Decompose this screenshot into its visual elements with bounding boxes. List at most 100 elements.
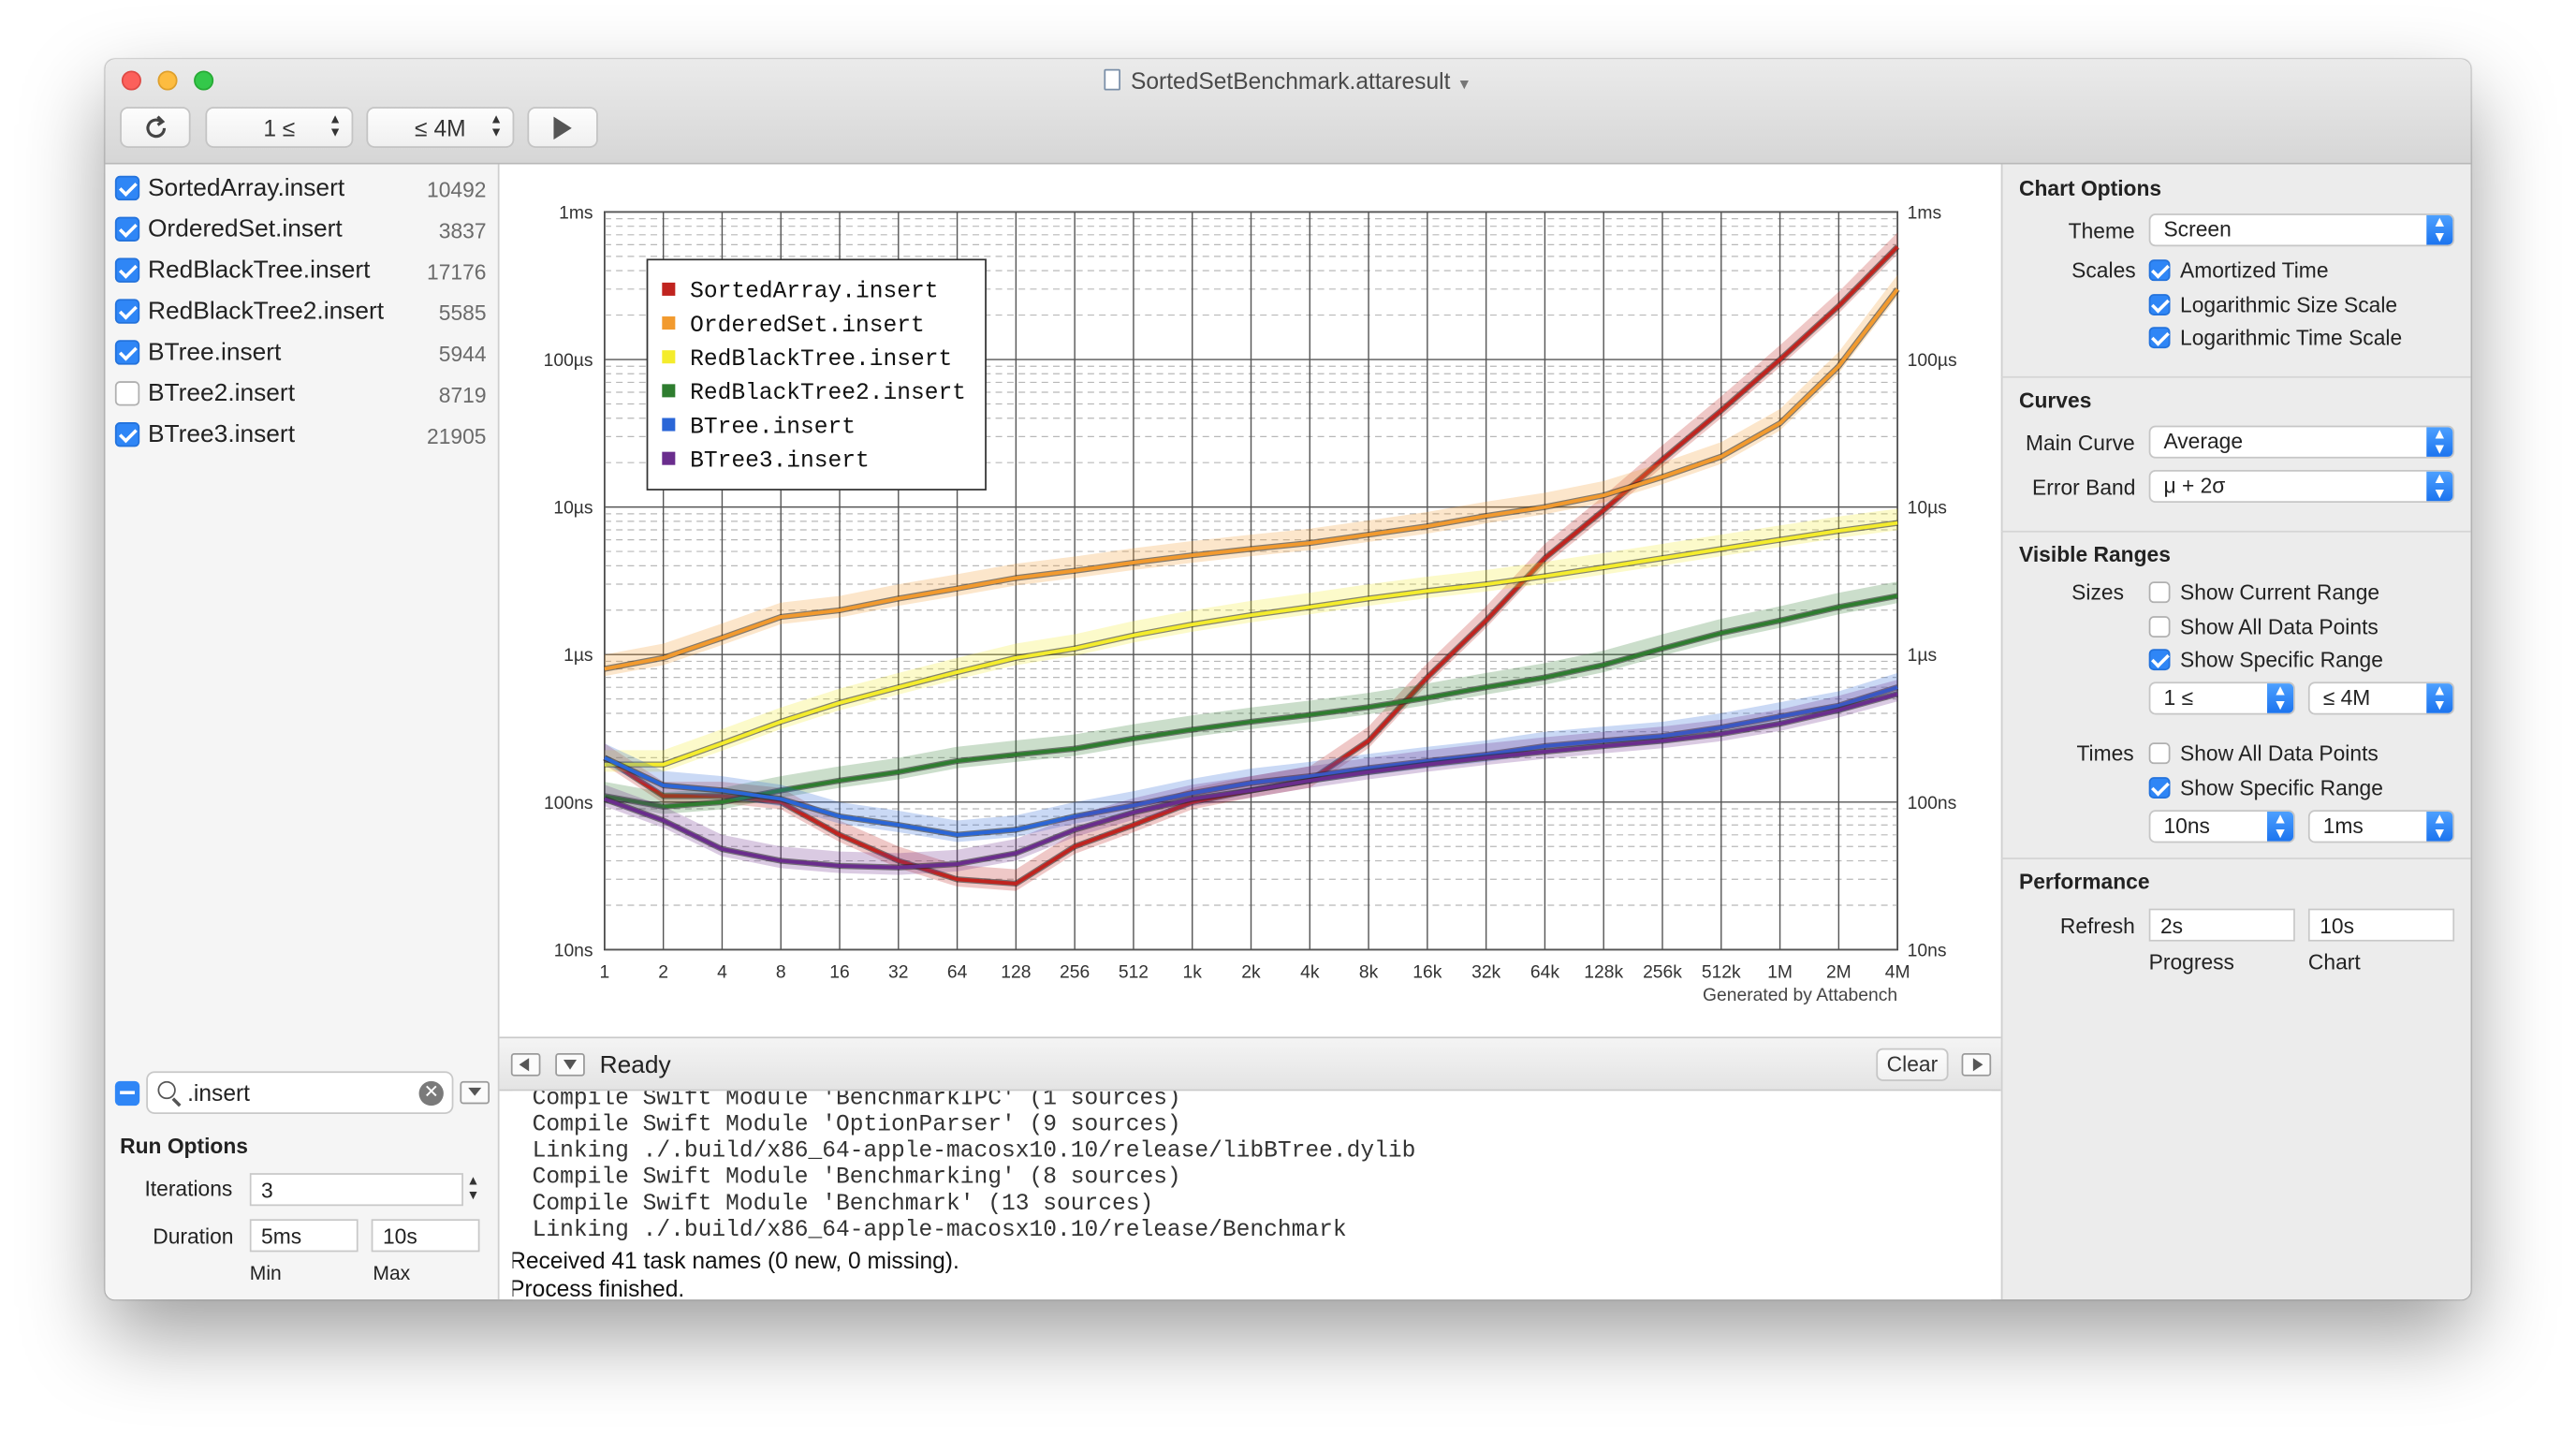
y-tick-label-right: 10µs (1908, 499, 1947, 519)
iterations-label: Iterations (144, 1176, 233, 1201)
time-range-min-value: 10ns (2163, 813, 2210, 839)
x-tick-label: 128 (1001, 962, 1031, 982)
divider (2000, 857, 2471, 859)
legend-label: SortedArray.insert (690, 280, 938, 305)
benchmark-item[interactable]: RedBlackTree.insert 17176 (114, 252, 487, 288)
scales-label: Scales (2071, 257, 2136, 283)
option-label: Show All Data Points (2180, 614, 2378, 639)
y-tick-label: 10µs (553, 499, 593, 519)
log-menu-button[interactable] (555, 1053, 585, 1077)
benchmark-item[interactable]: RedBlackTree2.insert 5585 (114, 292, 487, 329)
refresh-button[interactable] (120, 107, 191, 148)
checkbox-icon (2148, 777, 2171, 799)
benchmark-count: 5944 (438, 342, 487, 367)
size-min-value: 1 ≤ (263, 113, 296, 141)
size-range-max-popup[interactable]: ≤ 4M ▲ ▼ (2307, 682, 2455, 715)
clear-log-button[interactable]: Clear (1876, 1048, 1949, 1081)
legend-label: BTree.insert (690, 415, 856, 440)
benchmark-item[interactable]: BTree3.insert 21905 (114, 416, 487, 452)
clear-icon[interactable]: ✕ (418, 1080, 444, 1107)
play-icon (553, 115, 572, 139)
x-tick-label: 1 (600, 962, 610, 982)
time-range-min-popup[interactable]: 10ns ▲ ▼ (2148, 810, 2295, 843)
filter-search-field[interactable]: .insert ✕ (146, 1071, 454, 1114)
y-tick-label: 1ms (559, 203, 593, 223)
legend-swatch (662, 384, 676, 398)
checkbox-icon[interactable] (114, 422, 140, 447)
collapse-log-button[interactable] (510, 1053, 541, 1077)
chevron-right-icon (1972, 1058, 1983, 1072)
benchmark-count: 8719 (438, 382, 487, 408)
log-line: Compile Swift Module 'OptionParser' (9 s… (532, 1112, 1181, 1139)
log-line: Linking ./.build/x86_64-apple-macosx10.1… (532, 1138, 1416, 1165)
chart-label: Chart (2307, 949, 2361, 975)
remove-filter-button[interactable] (114, 1080, 140, 1107)
error-band-label: Error Band (2032, 475, 2136, 500)
size-min-stepper[interactable]: 1 ≤ ▲ ▼ (205, 107, 354, 148)
progress-refresh-field[interactable]: 2s (2148, 908, 2295, 942)
x-tick-label: 4k (1300, 962, 1320, 982)
option-label: Logarithmic Time Scale (2180, 325, 2403, 350)
time-range-max-popup[interactable]: 1ms ▲ ▼ (2307, 810, 2455, 843)
checkbox-icon[interactable] (114, 216, 140, 242)
benchmark-count: 5585 (438, 300, 487, 326)
legend-label: RedBlackTree.insert (690, 347, 952, 373)
iterations-field[interactable]: 3 (249, 1173, 463, 1207)
document-icon (1104, 68, 1121, 91)
run-button[interactable] (527, 107, 598, 148)
chart-refresh-field[interactable]: 10s (2307, 908, 2455, 942)
benchmark-item[interactable]: SortedArray.insert 10492 (114, 169, 487, 206)
popup-arrows-icon: ▲ ▼ (2426, 471, 2453, 502)
status-text: Ready (599, 1051, 671, 1080)
duration-max-field[interactable]: 10s (371, 1219, 480, 1253)
y-tick-label: 1µs (564, 646, 593, 666)
x-tick-label: 4M (1885, 962, 1910, 982)
log-message: Received 41 task names (0 new, 0 missing… (512, 1247, 959, 1274)
duration-label: Duration (153, 1224, 234, 1249)
window-title: SortedSetBenchmark.attaresult ▼ (105, 67, 2470, 94)
titlebar: SortedSetBenchmark.attaresult ▼ 1 ≤ ▲ ▼ ≤ … (105, 59, 2471, 165)
benchmark-item[interactable]: BTree2.insert 8719 (114, 374, 487, 411)
popup-arrows-icon: ▲ ▼ (2426, 214, 2453, 245)
benchmark-item[interactable]: OrderedSet.insert 3837 (114, 211, 487, 247)
popup-arrows-icon: ▲ ▼ (2267, 682, 2294, 713)
theme-popup[interactable]: Screen ▲ ▼ (2148, 213, 2455, 247)
expand-log-button[interactable] (1961, 1053, 1992, 1077)
error-band-popup[interactable]: μ + 2σ ▲ ▼ (2148, 469, 2455, 504)
checkbox-icon (2148, 327, 2171, 349)
times-label: Times (2076, 740, 2134, 766)
checkbox-icon[interactable] (114, 340, 140, 365)
size-max-stepper[interactable]: ≤ 4M ▲ ▼ (366, 107, 515, 148)
y-tick-label-right: 1µs (1908, 646, 1937, 666)
chevron-down-icon[interactable]: ▼ (1456, 76, 1471, 93)
benchmark-chart[interactable]: 1 2 4 8 16 32 64 128 256 512 1k 2k 4k 8k 16k 32k 64k 128k… (500, 165, 2001, 1037)
filter-menu-button[interactable] (460, 1080, 490, 1105)
size-range-max-value: ≤ 4M (2322, 684, 2371, 711)
chart-options-panel: Chart Options Theme Screen ▲ ▼ Scales Amor… (2000, 164, 2471, 1300)
benchmark-item[interactable]: BTree.insert 5944 (114, 333, 487, 370)
size-range-min-popup[interactable]: 1 ≤ ▲ ▼ (2148, 682, 2295, 715)
legend-swatch (662, 418, 676, 432)
checkbox-icon[interactable] (114, 381, 140, 406)
legend-label: OrderedSet.insert (690, 314, 925, 339)
chevron-left-icon (519, 1058, 530, 1072)
checkbox-icon[interactable] (114, 299, 140, 324)
benchmark-name: BTree2.insert (147, 379, 296, 408)
x-tick-label: 256k (1643, 962, 1682, 982)
iterations-stepper[interactable]: ▲ ▼ (465, 1173, 482, 1206)
size-range-min-value: 1 ≤ (2163, 684, 2194, 711)
progress-label: Progress (2148, 949, 2234, 975)
benchmark-count: 10492 (427, 177, 487, 202)
benchmark-count: 3837 (438, 218, 487, 243)
app-window: SortedSetBenchmark.attaresult ▼ 1 ≤ ▲ ▼ ≤ … (105, 59, 2471, 1300)
x-tick-label: 2 (658, 962, 668, 982)
checkbox-icon[interactable] (114, 257, 140, 283)
duration-min-field[interactable]: 5ms (249, 1219, 359, 1253)
x-tick-label: 64 (947, 962, 968, 982)
benchmark-count: 21905 (427, 423, 487, 449)
main-curve-popup[interactable]: Average ▲ ▼ (2148, 425, 2455, 459)
error-band-value: μ + 2σ (2163, 473, 2226, 498)
divider (2000, 375, 2471, 378)
checkbox-icon[interactable] (114, 175, 140, 201)
size-max-value: ≤ 4M (415, 113, 466, 141)
